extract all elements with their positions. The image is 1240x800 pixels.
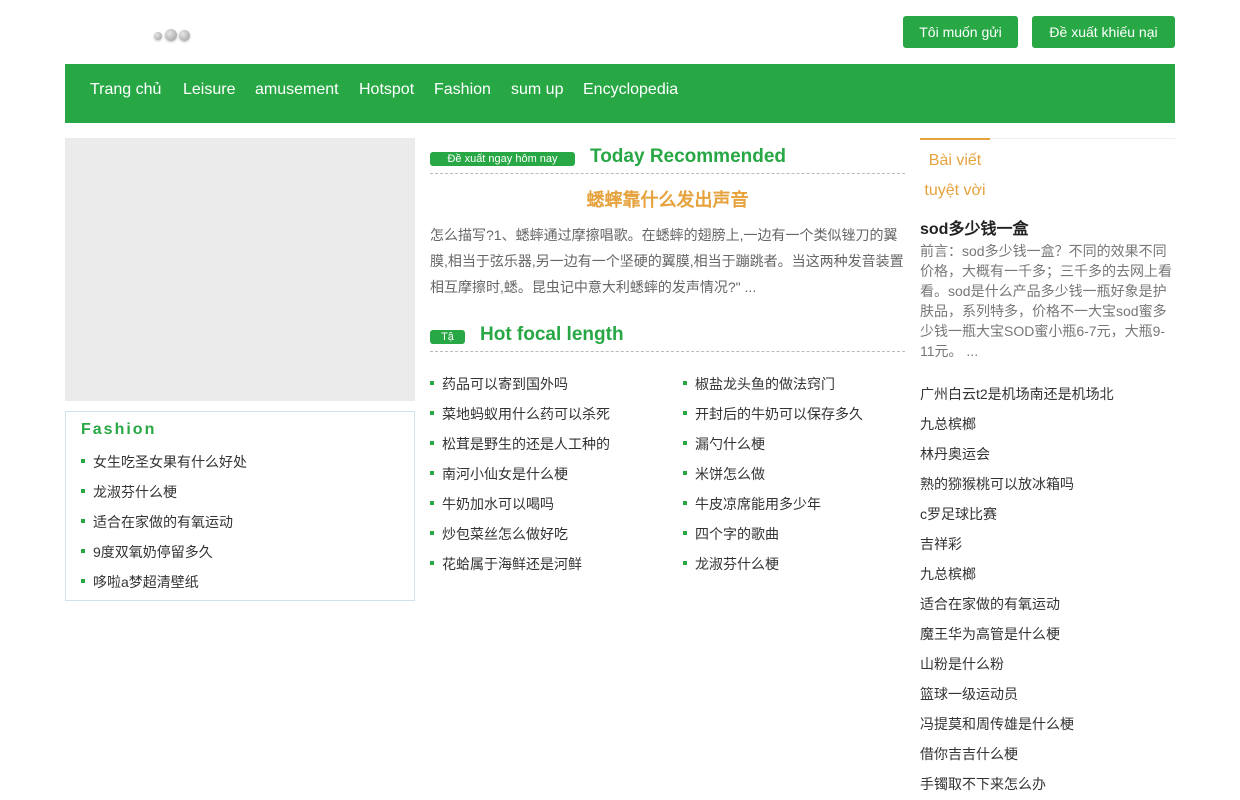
list-item[interactable]: 漏勺什么梗	[683, 434, 765, 454]
list-item[interactable]: 龙淑芬什么梗	[81, 482, 177, 502]
list-item[interactable]: 篮球一级运动员	[920, 684, 1018, 704]
list-item[interactable]: 手镯取不下来怎么办	[920, 774, 1046, 794]
list-item[interactable]: 借你吉吉什么梗	[920, 744, 1018, 764]
list-item[interactable]: 牛皮凉席能用多少年	[683, 494, 821, 514]
fashion-title: Fashion	[81, 421, 157, 438]
nav-item-home[interactable]: Trang chủ	[90, 81, 161, 99]
list-item[interactable]: c罗足球比赛	[920, 504, 997, 524]
banner-image[interactable]	[65, 138, 415, 401]
recommended-title: Today Recommended	[590, 146, 787, 167]
list-item[interactable]: 适合在家做的有氧运动	[81, 512, 233, 532]
list-item[interactable]: 松茸是野生的还是人工种的	[430, 434, 610, 454]
list-item[interactable]: 菜地蚂蚁用什么药可以杀死	[430, 404, 610, 424]
recommended-tag: Đề xuất ngay hôm nay	[430, 152, 575, 166]
fashion-box: Fashion 女生吃圣女果有什么好处 龙淑芬什么梗 适合在家做的有氧运动 9度…	[65, 411, 415, 601]
nav-item-sum-up[interactable]: sum up	[511, 81, 563, 99]
list-item[interactable]: 九总槟榔	[920, 414, 976, 434]
list-item[interactable]: 哆啦a梦超清壁纸	[81, 572, 199, 592]
list-item[interactable]: 米饼怎么做	[683, 464, 765, 484]
site-logo[interactable]	[152, 27, 200, 43]
list-item[interactable]: 吉祥彩	[920, 534, 962, 554]
list-item[interactable]: 女生吃圣女果有什么好处	[81, 452, 247, 472]
complaint-button[interactable]: Đề xuất khiếu nại	[1032, 16, 1175, 48]
list-item[interactable]: 药品可以寄到国外吗	[430, 374, 568, 394]
featured-title[interactable]: sod多少钱一盒	[920, 215, 1028, 239]
featured-excerpt: 前言：sod多少钱一盒？不同的效果不同价格，大概有一千多；三千多的去网上看看。s…	[920, 243, 1172, 359]
list-item[interactable]: 椒盐龙头鱼的做法窍门	[683, 374, 835, 394]
nav-item-encyclopedia[interactable]: Encyclopedia	[583, 81, 678, 99]
list-item[interactable]: 林丹奥运会	[920, 444, 990, 464]
list-item[interactable]: 炒包菜丝怎么做好吃	[430, 524, 568, 544]
hot-tag: Tậ	[430, 330, 465, 344]
list-item[interactable]: 魔王华为高管是什么梗	[920, 624, 1060, 644]
list-item[interactable]: 熟的猕猴桃可以放冰箱吗	[920, 474, 1074, 494]
list-item[interactable]: 9度双氧奶停留多久	[81, 542, 213, 562]
list-item[interactable]: 花蛤属于海鲜还是河鲜	[430, 554, 582, 574]
tab-great-articles[interactable]: Bài viết tuyệt vời	[920, 146, 990, 206]
list-item[interactable]: 冯提莫和周传雄是什么梗	[920, 714, 1074, 734]
tab-label-line2: tuyệt vời	[924, 182, 986, 199]
list-item[interactable]: 广州白云t2是机场南还是机场北	[920, 384, 1114, 404]
list-item[interactable]: 南河小仙女是什么梗	[430, 464, 568, 484]
tab-active-indicator	[920, 138, 990, 140]
list-item[interactable]: 四个字的歌曲	[683, 524, 779, 544]
hot-title: Hot focal length	[480, 324, 624, 345]
list-item[interactable]: 山粉是什么粉	[920, 654, 1004, 674]
nav-item-leisure[interactable]: Leisure	[183, 81, 235, 99]
list-item[interactable]: 开封后的牛奶可以保存多久	[683, 404, 863, 424]
main-nav: Trang chủ Leisure amusement Hotspot Fash…	[65, 64, 1175, 123]
send-button[interactable]: Tôi muốn gửi	[903, 16, 1018, 48]
divider	[430, 173, 905, 174]
list-item[interactable]: 龙淑芬什么梗	[683, 554, 779, 574]
article-title[interactable]: 蟋蟀靠什么发出声音	[430, 186, 905, 212]
list-item[interactable]: 九总槟榔	[920, 564, 976, 584]
nav-item-hotspot[interactable]: Hotspot	[359, 81, 414, 99]
list-item[interactable]: 牛奶加水可以喝吗	[430, 494, 554, 514]
nav-item-amusement[interactable]: amusement	[255, 81, 339, 99]
nav-item-fashion[interactable]: Fashion	[434, 81, 491, 99]
divider	[430, 351, 905, 352]
tab-label-line1: Bài viết	[928, 152, 982, 169]
list-item[interactable]: 适合在家做的有氧运动	[920, 594, 1060, 614]
article-excerpt: 怎么描写?1、蟋蟀通过摩擦唱歌。在蟋蟀的翅膀上,一边有一个类似锉刀的翼膜,相当于…	[430, 227, 904, 295]
